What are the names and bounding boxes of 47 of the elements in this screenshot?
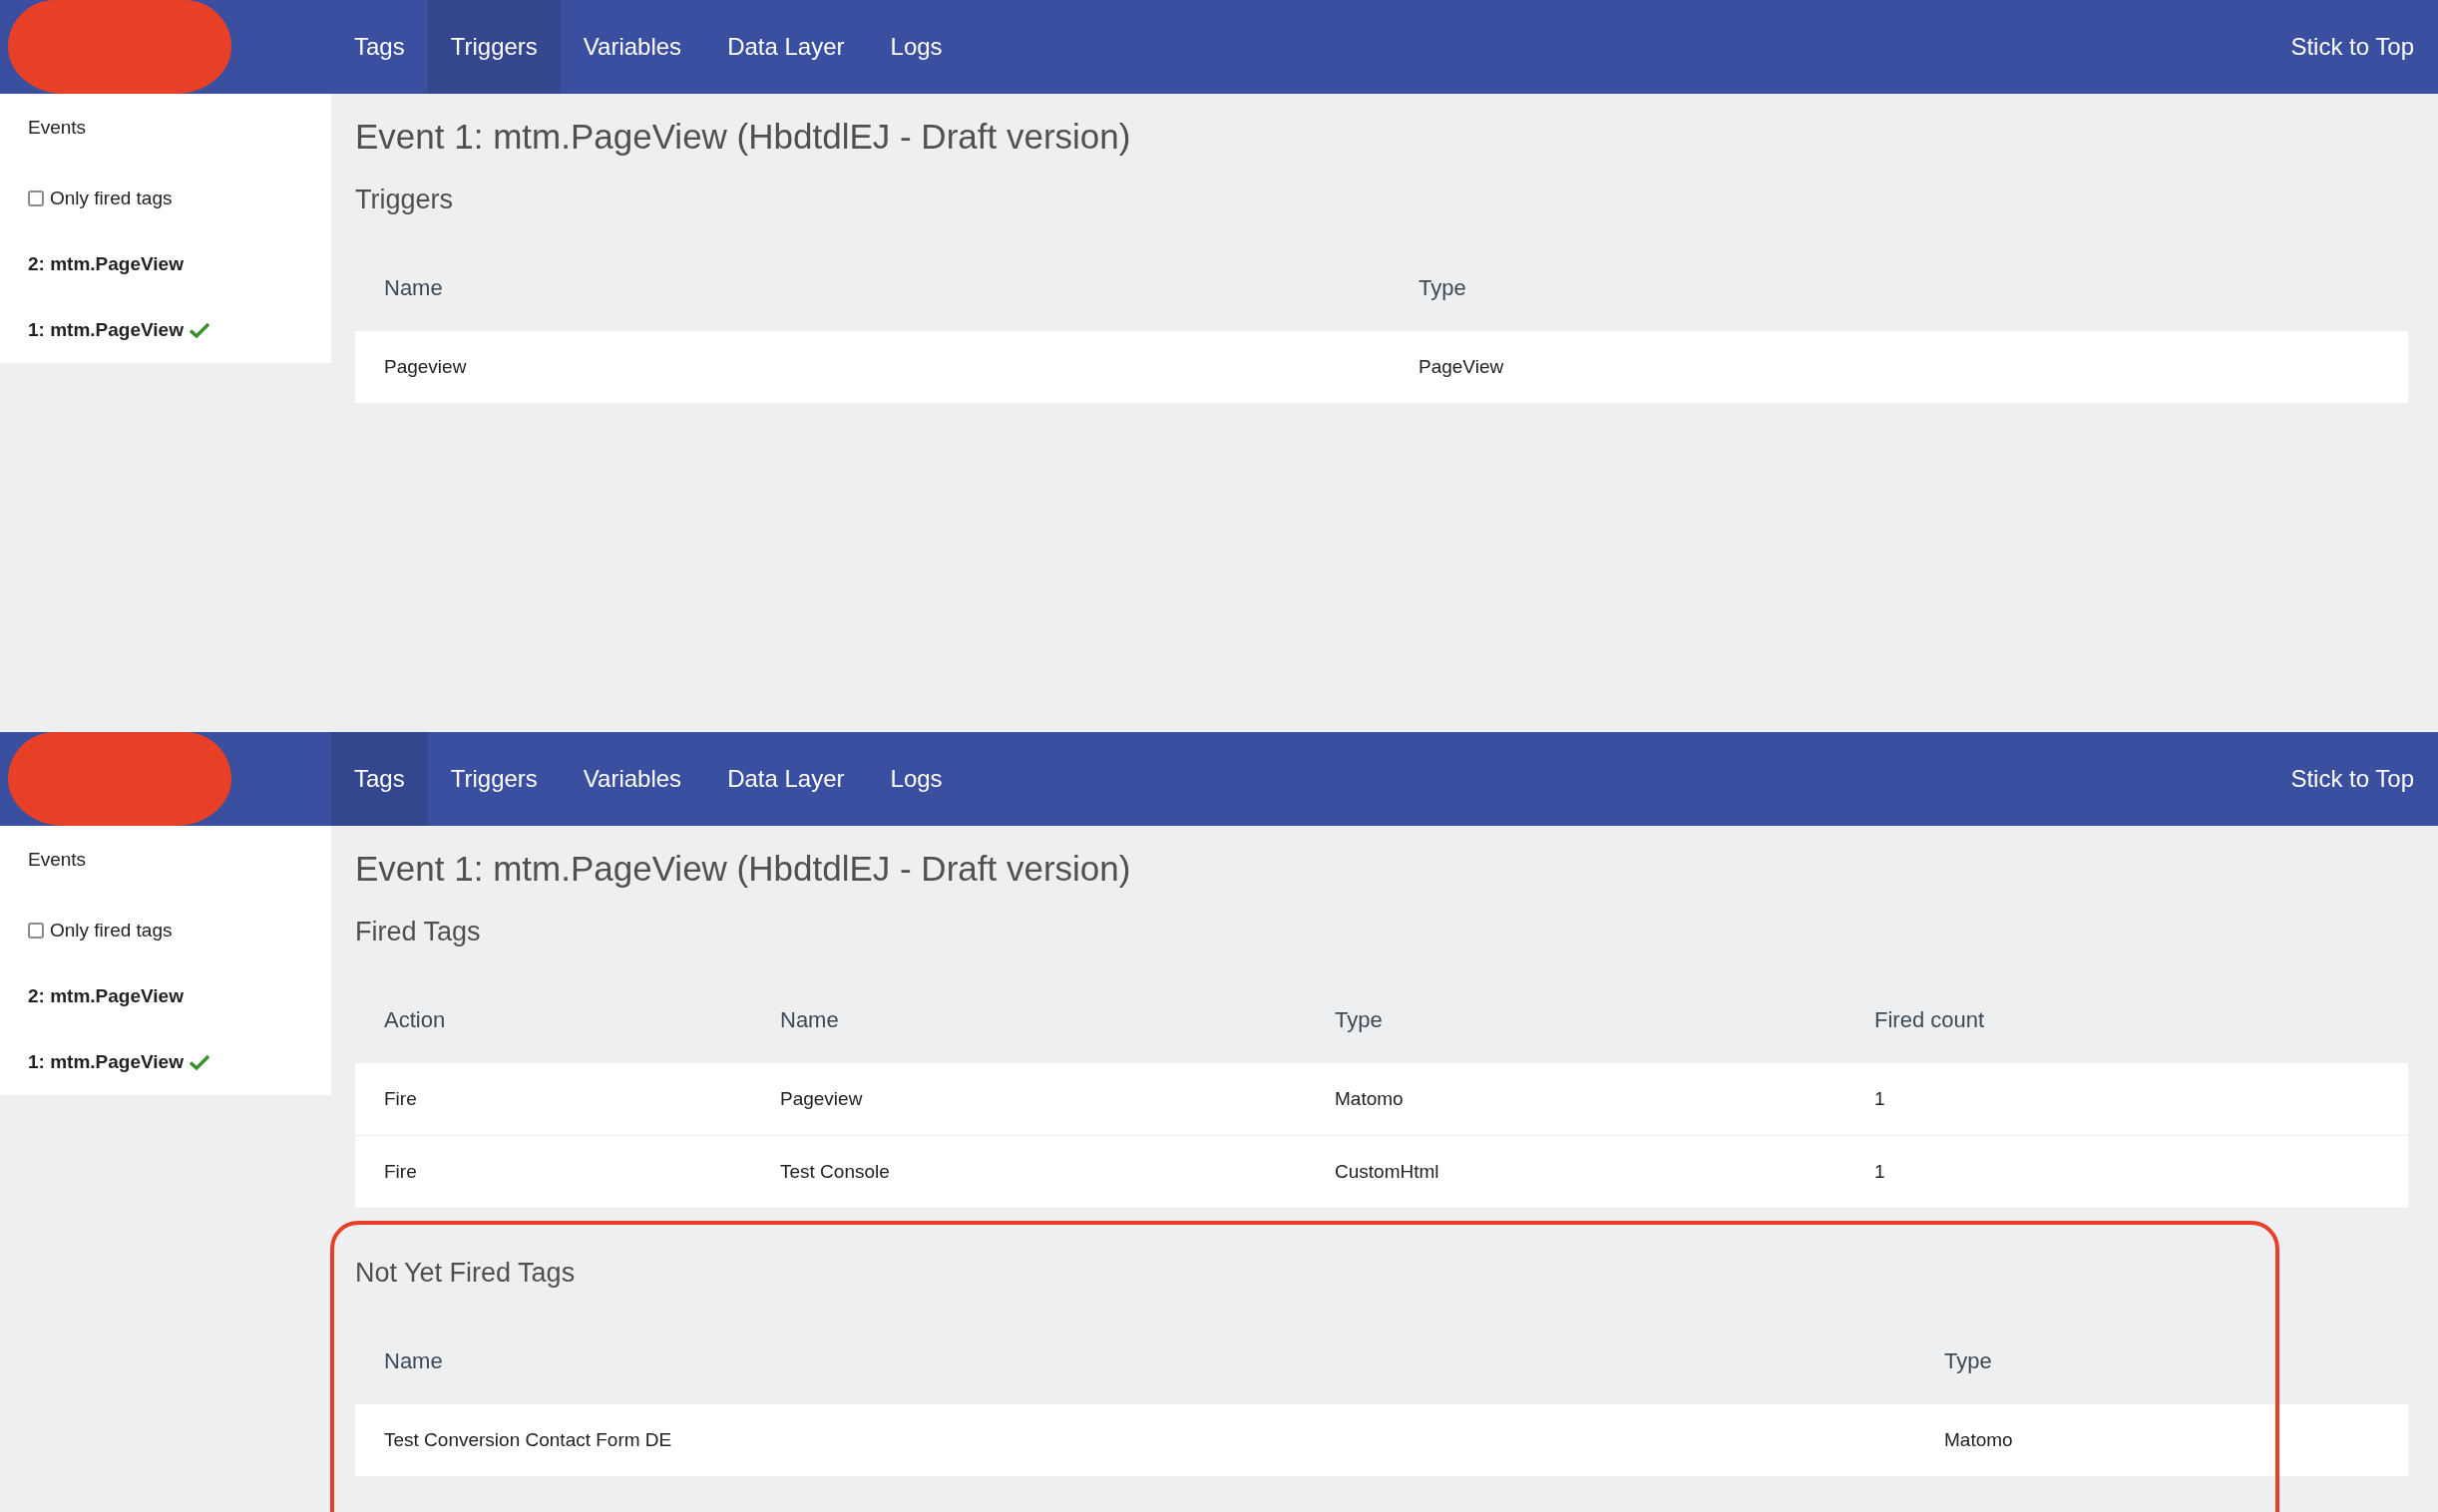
column-header: Fired count — [1874, 1007, 1986, 1033]
nav-tab[interactable]: Tags — [331, 732, 428, 826]
nav-tab[interactable]: Variables — [560, 0, 705, 94]
nav-tab[interactable]: Triggers — [427, 0, 561, 94]
section-heading: Triggers — [355, 184, 455, 216]
table-cell-text: Pageview — [384, 356, 468, 378]
section-heading: Not Yet Fired Tags — [355, 1257, 577, 1290]
nav-tab[interactable]: Tags — [331, 0, 428, 94]
stick-to-top-link[interactable]: Stick to Top — [2266, 732, 2438, 826]
table-cell-text: 1 — [1874, 1161, 1886, 1183]
table-cell-text: Fire — [384, 1161, 418, 1183]
column-header: Type — [1335, 1007, 1384, 1033]
nav-tab[interactable]: Data Layer — [704, 0, 868, 94]
checkbox[interactable] — [28, 923, 44, 939]
table-cell-text: Pageview — [780, 1088, 864, 1110]
table-cell-text: Test Console — [780, 1161, 891, 1183]
event-item[interactable]: 2: mtm.PageView — [28, 253, 184, 275]
table-cell-text: PageView — [1419, 356, 1505, 378]
checkbox[interactable] — [28, 190, 44, 206]
table-cell-text: 1 — [1874, 1088, 1886, 1110]
checkbox-label: Only fired tags — [50, 188, 173, 209]
table-cell-text: Matomo — [1335, 1088, 1405, 1110]
column-header: Name — [780, 1007, 840, 1033]
nav-tab[interactable]: Data Layer — [704, 732, 868, 826]
table-cell-text: Fire — [384, 1088, 418, 1110]
column-header: Type — [1944, 1348, 1993, 1374]
nav-tab[interactable]: Variables — [560, 732, 705, 826]
section-heading: Fired Tags — [355, 916, 482, 948]
column-header: Action — [384, 1007, 447, 1033]
stick-to-top-link[interactable]: Stick to Top — [2266, 0, 2438, 94]
checkbox-label: Only fired tags — [50, 920, 173, 942]
table-cell-text: Matomo — [1944, 1429, 2014, 1451]
sidebar-heading: Events — [28, 848, 88, 872]
table-cell-text: CustomHtml — [1335, 1161, 1440, 1183]
event-item[interactable]: 2: mtm.PageView — [28, 985, 184, 1007]
sidebar-heading: Events — [28, 116, 88, 140]
nav-tab[interactable]: Logs — [867, 732, 966, 826]
column-header: Type — [1419, 275, 1467, 301]
column-header: Name — [384, 1348, 444, 1374]
column-header: Name — [384, 275, 444, 301]
event-item[interactable]: 1: mtm.PageView — [28, 319, 184, 341]
nav-tab[interactable]: Triggers — [427, 732, 561, 826]
event-title: Event 1: mtm.PageView (HbdtdlEJ - Draft version) — [355, 116, 1132, 158]
nav-tab[interactable]: Logs — [867, 0, 966, 94]
event-item[interactable]: 1: mtm.PageView — [28, 1051, 184, 1073]
event-title: Event 1: mtm.PageView (HbdtdlEJ - Draft version) — [355, 848, 1132, 890]
table-cell-text: Test Conversion Contact Form DE — [384, 1429, 673, 1451]
